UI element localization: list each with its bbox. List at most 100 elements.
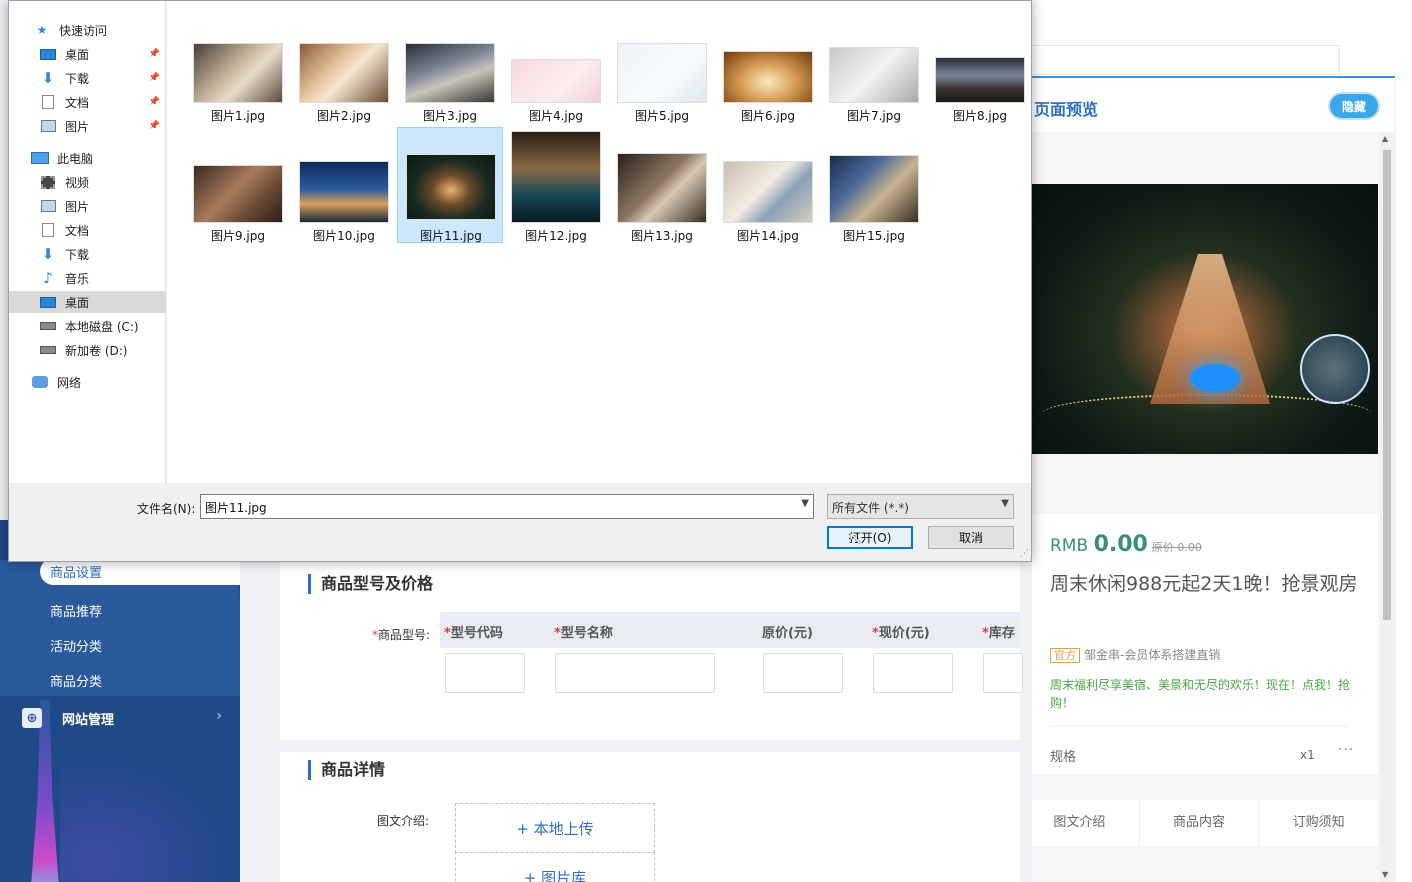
nav-quick-downloads[interactable]: ⬇ 下载 📌 bbox=[9, 67, 166, 89]
nav-drive-d[interactable]: 新加卷 (D:) bbox=[9, 339, 166, 361]
sidebar-item-website-management[interactable]: ⊕ 网站管理 › bbox=[22, 706, 222, 730]
nav-this-pc[interactable]: 此电脑 bbox=[9, 147, 166, 169]
resize-grip-icon[interactable]: ⋰ bbox=[1020, 549, 1029, 559]
image-library-button[interactable]: + 图片库 bbox=[455, 852, 655, 882]
nav-quick-documents[interactable]: 文档 📌 bbox=[9, 91, 166, 113]
local-upload-button[interactable]: + 本地上传 bbox=[455, 803, 655, 853]
music-icon: ♪ bbox=[43, 269, 53, 287]
file-item[interactable]: 图片15.jpg bbox=[821, 127, 927, 243]
divider bbox=[1050, 726, 1348, 727]
spec-quantity: x1 bbox=[1300, 748, 1315, 762]
navigation-pane: ★ 快速访问 桌面 📌 ⬇ 下载 📌 文档 📌 图片 📌 此电脑 视频 图片 文档 ⬇ 下载 bbox=[9, 1, 166, 483]
file-item[interactable]: 图片8.jpg bbox=[927, 37, 1033, 153]
promo-text: 周末福利尽享美宿、美景和无尽的欢乐！现在！点我！抢购！ bbox=[1050, 678, 1351, 710]
file-thumbnail bbox=[299, 43, 389, 103]
main-content: 商品型号及价格 *商品型号: *型号代码 *型号名称 原价(元) *现价(元) … bbox=[240, 520, 1023, 882]
file-name: 图片8.jpg bbox=[952, 109, 1008, 123]
product-title: 周末休闲988元起2天1晚！抢景观房 bbox=[1050, 573, 1358, 595]
nav-pc-downloads[interactable]: ⬇ 下载 bbox=[9, 243, 166, 265]
file-thumbnail bbox=[829, 47, 919, 103]
model-code-input[interactable] bbox=[445, 653, 525, 693]
nav-pc-videos[interactable]: 视频 bbox=[9, 171, 166, 193]
preview-tabs: 图文介绍 商品内容 订购须知 bbox=[1032, 800, 1378, 846]
nav-quick-pictures[interactable]: 图片 📌 bbox=[9, 115, 166, 137]
tab-image-intro[interactable]: 图文介绍 bbox=[1032, 800, 1140, 846]
scroll-down-icon[interactable]: ▼ bbox=[1382, 870, 1388, 879]
file-item[interactable]: 图片9.jpg bbox=[185, 127, 291, 243]
sidebar-item-product-recommend[interactable]: 商品推荐 bbox=[50, 601, 102, 620]
nav-pc-pictures[interactable]: 图片 bbox=[9, 195, 166, 217]
desktop-icon bbox=[39, 47, 57, 61]
sidebar-item-product-category[interactable]: 商品分类 bbox=[50, 671, 102, 690]
original-price-input[interactable] bbox=[763, 653, 843, 693]
dialog-bottom-bar: 文件名(N): 图片11.jpg ▼ 所有文件 (*.*) ▼ 打开(O) 取消… bbox=[9, 483, 1031, 561]
file-name: 图片5.jpg bbox=[634, 109, 690, 123]
file-name: 图片6.jpg bbox=[740, 109, 796, 123]
sidebar-item-product-settings[interactable]: 商品设置 bbox=[40, 558, 240, 585]
hero-pool bbox=[1190, 364, 1240, 392]
nav-pc-documents[interactable]: 文档 bbox=[9, 219, 166, 241]
pin-icon: 📌 bbox=[148, 49, 160, 59]
download-icon: ⬇ bbox=[41, 69, 55, 87]
scroll-up-icon[interactable]: ▲ bbox=[1382, 134, 1388, 143]
product-detail-card: 商品详情 图文介绍: + 本地上传 + 图片库 bbox=[280, 752, 1020, 882]
more-icon[interactable]: ··· bbox=[1338, 742, 1354, 758]
pin-icon: 📌 bbox=[148, 121, 160, 131]
open-button[interactable]: 打开(O) bbox=[827, 526, 913, 549]
file-item[interactable]: 图片13.jpg bbox=[609, 127, 715, 243]
filename-input[interactable]: 图片11.jpg ▼ bbox=[200, 494, 814, 519]
preview-scrollbar[interactable]: ▲ ▼ bbox=[1380, 132, 1394, 882]
tab-product-content[interactable]: 商品内容 bbox=[1140, 800, 1260, 846]
file-list-pane: 图片1.jpg 图片2.jpg 图片3.jpg 图片4.jpg 图片5.jpg … bbox=[167, 1, 1031, 483]
app-sidebar: 商品设置 商品推荐 活动分类 商品分类 ⊕ 网站管理 › bbox=[0, 520, 240, 882]
preview-header: 页面预览 隐藏 bbox=[1032, 76, 1395, 132]
nav-quick-desktop[interactable]: 桌面 📌 bbox=[9, 43, 166, 65]
model-name-input[interactable] bbox=[555, 653, 715, 693]
file-thumbnail bbox=[299, 161, 389, 223]
current-price-input[interactable] bbox=[873, 653, 953, 693]
sidebar-submenu: 商品设置 商品推荐 活动分类 商品分类 bbox=[0, 558, 240, 696]
nav-pc-music[interactable]: ♪ 音乐 bbox=[9, 267, 166, 289]
filename-label: 文件名(N): bbox=[137, 502, 196, 516]
model-table-header: *型号代码 *型号名称 原价(元) *现价(元) *库存 bbox=[440, 612, 1020, 648]
file-item[interactable]: 图片10.jpg bbox=[291, 127, 397, 243]
file-name: 图片10.jpg bbox=[313, 229, 375, 243]
sidebar-item-activity-category[interactable]: 活动分类 bbox=[50, 636, 102, 655]
nav-drive-c[interactable]: 本地磁盘 (C:) bbox=[9, 315, 166, 337]
file-name: 图片3.jpg bbox=[422, 109, 478, 123]
cancel-button[interactable]: 取消 bbox=[928, 526, 1014, 549]
window-edge bbox=[1396, 0, 1412, 882]
mouse-cursor-icon: ↖ bbox=[848, 528, 864, 549]
preview-top-input[interactable] bbox=[1032, 45, 1340, 75]
file-name: 图片4.jpg bbox=[528, 109, 584, 123]
seller-badge: 官方 邹金串-会员体系搭建直销 bbox=[1050, 646, 1220, 663]
file-name: 图片13.jpg bbox=[631, 229, 693, 243]
filetype-select[interactable]: 所有文件 (*.*) ▼ bbox=[827, 494, 1014, 519]
column-current-price: *现价(元) bbox=[872, 626, 930, 641]
column-original-price: 原价(元) bbox=[762, 626, 813, 641]
chevron-down-icon[interactable]: ▼ bbox=[1001, 498, 1009, 509]
nav-pc-desktop[interactable]: 桌面 bbox=[9, 291, 166, 313]
hide-preview-button[interactable]: 隐藏 bbox=[1328, 92, 1380, 120]
preview-title: 页面预览 bbox=[1034, 100, 1099, 119]
file-thumbnail bbox=[723, 161, 813, 223]
nav-quick-access[interactable]: ★ 快速访问 bbox=[9, 19, 166, 41]
chevron-down-icon[interactable]: ▼ bbox=[801, 498, 809, 509]
filename-value: 图片11.jpg bbox=[205, 501, 267, 515]
file-name: 图片11.jpg bbox=[420, 229, 482, 243]
stock-input[interactable] bbox=[983, 653, 1023, 693]
drive-icon bbox=[39, 343, 57, 357]
sidebar-website-label: 网站管理 bbox=[62, 712, 115, 728]
file-item[interactable]: 图片12.jpg bbox=[503, 127, 609, 243]
section-title-product-detail: 商品详情 bbox=[308, 760, 385, 780]
picture-icon bbox=[39, 119, 57, 133]
pin-icon: 📌 bbox=[148, 73, 160, 83]
scroll-thumb[interactable] bbox=[1383, 150, 1391, 620]
file-item-selected[interactable]: 图片11.jpg bbox=[397, 127, 503, 243]
file-item[interactable]: 图片14.jpg bbox=[715, 127, 821, 243]
chevron-right-icon: › bbox=[216, 708, 222, 724]
file-name: 图片12.jpg bbox=[525, 229, 587, 243]
tab-booking-notice[interactable]: 订购须知 bbox=[1259, 800, 1378, 846]
nav-network[interactable]: 网络 bbox=[9, 371, 166, 393]
file-thumbnail bbox=[511, 59, 601, 103]
